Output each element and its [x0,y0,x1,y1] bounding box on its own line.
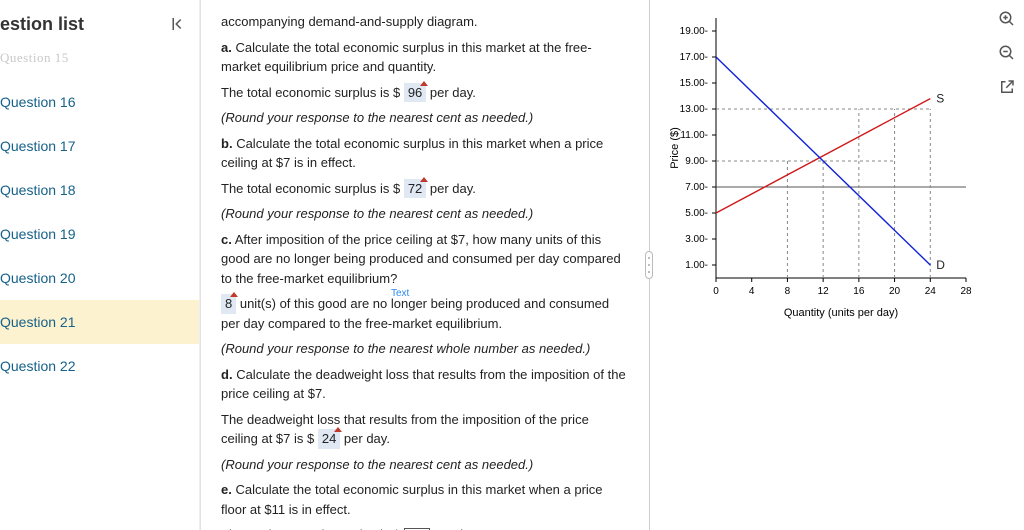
sidebar-item-question[interactable]: Question 22 [0,344,199,388]
intro-line: accompanying demand-and-supply diagram. [221,12,628,32]
round-cent-d: (Round your response to the nearest cent… [221,455,628,475]
sidebar-item-prev-truncated[interactable]: Question 15 [0,44,199,80]
svg-text:S: S [936,92,944,106]
svg-text:15.00-: 15.00- [680,78,708,89]
d-pref: The deadweight loss that results from th… [221,412,589,447]
question-list-sidebar: estion list Question 15 Question 16Quest… [0,0,200,530]
svg-text:D: D [936,258,945,272]
part-d-answer: The deadweight loss that results from th… [221,410,628,449]
divider-grip-icon [645,251,653,279]
zoom-out-button[interactable] [996,42,1018,64]
part-a-answer: The total economic surplus is $ 96 per d… [221,83,628,103]
svg-text:24: 24 [925,286,937,297]
b-pref: The total economic surplus is $ [221,181,404,196]
svg-text:12: 12 [818,286,830,297]
part-a-prompt: a. Calculate the total economic surplus … [221,38,628,77]
round-cent-b: (Round your response to the nearest cent… [221,204,628,224]
svg-text:5.00-: 5.00- [685,208,708,219]
pane-divider[interactable] [644,0,654,530]
svg-text:8: 8 [785,286,791,297]
sidebar-item-question[interactable]: Question 20 [0,256,199,300]
c-suf: unit(s) of this good are no longer being… [221,296,609,331]
chart-panel: 0 4 8 12 16 20 24 28 1.00- 3.00- 5.00- 7.00- 9.00- 11… [654,0,1024,530]
part-d-prompt: d. Calculate the deadweight loss that re… [221,365,628,404]
part-c-answer: 8 unit(s) of this good are no longer bei… [221,294,628,333]
question-content: accompanying demand-and-supply diagram. … [200,0,644,530]
part-b-text: Calculate the total economic surplus in … [221,136,603,171]
label-e: e. [221,482,232,497]
part-d-text: Calculate the deadweight loss that resul… [221,367,626,402]
chart-tools [996,8,1018,98]
svg-text:20: 20 [889,286,901,297]
b-suf: per day. [426,181,476,196]
svg-text:16: 16 [853,286,865,297]
zoom-in-button[interactable] [996,8,1018,30]
label-b: b. [221,136,233,151]
part-e-text: Calculate the total economic surplus in … [221,482,603,517]
svg-text:13.00-: 13.00- [680,104,708,115]
answer-b[interactable]: 72 [404,179,426,199]
answer-a[interactable]: 96 [404,83,426,103]
svg-text:1.00-: 1.00- [685,260,708,271]
a-pref: The total economic surplus is $ [221,85,404,100]
open-new-tab-button[interactable] [996,76,1018,98]
sidebar-item-question[interactable]: Question 21 [0,300,199,344]
supply-demand-chart[interactable]: 0 4 8 12 16 20 24 28 1.00- 3.00- 5.00- 7.00- 9.00- 11… [664,6,984,326]
main: accompanying demand-and-supply diagram. … [200,0,1024,530]
collapse-left-icon [168,15,186,33]
part-c-text: After imposition of the price ceiling at… [221,232,621,286]
part-b-prompt: b. Calculate the total economic surplus … [221,134,628,173]
part-e-prompt: e. Calculate the total economic surplus … [221,480,628,519]
svg-text:Quantity (units per day): Quantity (units per day) [784,307,898,319]
label-c: c. [221,232,232,247]
sidebar-item-question[interactable]: Question 18 [0,168,199,212]
svg-text:3.00-: 3.00- [685,234,708,245]
collapse-sidebar-button[interactable] [165,12,189,36]
svg-text:28: 28 [960,286,972,297]
sidebar-item-question[interactable]: Question 19 [0,212,199,256]
svg-text:7.00-: 7.00- [685,182,708,193]
part-a-text: Calculate the total economic surplus in … [221,40,592,75]
svg-text:Price ($): Price ($) [669,127,681,169]
part-b-answer: The total economic surplus is $ 72 per d… [221,179,628,199]
svg-text:19.00-: 19.00- [680,26,708,37]
svg-text:9.00-: 9.00- [685,156,708,167]
round-cent-a: (Round your response to the nearest cent… [221,108,628,128]
sidebar-header: estion list [0,4,199,44]
sidebar-item-question[interactable]: Question 16 [0,80,199,124]
d-suf: per day. [340,431,390,446]
a-suf: per day. [426,85,476,100]
round-whole-c: (Round your response to the nearest whol… [221,339,628,359]
label-a: a. [221,40,232,55]
svg-text:17.00-: 17.00- [680,52,708,63]
sidebar-item-question[interactable]: Question 17 [0,124,199,168]
svg-text:11.00-: 11.00- [680,130,708,141]
part-e-answer: The total economic surplus is $ per day. [221,525,628,530]
sidebar-title: estion list [0,14,165,35]
part-c-prompt: c. After imposition of the price ceiling… [221,230,628,289]
text-annotation: Text [391,286,409,301]
answer-d[interactable]: 24 [318,429,340,449]
svg-text:4: 4 [749,286,755,297]
label-d: d. [221,367,233,382]
svg-text:0: 0 [713,286,719,297]
answer-c[interactable]: 8 [221,294,236,314]
